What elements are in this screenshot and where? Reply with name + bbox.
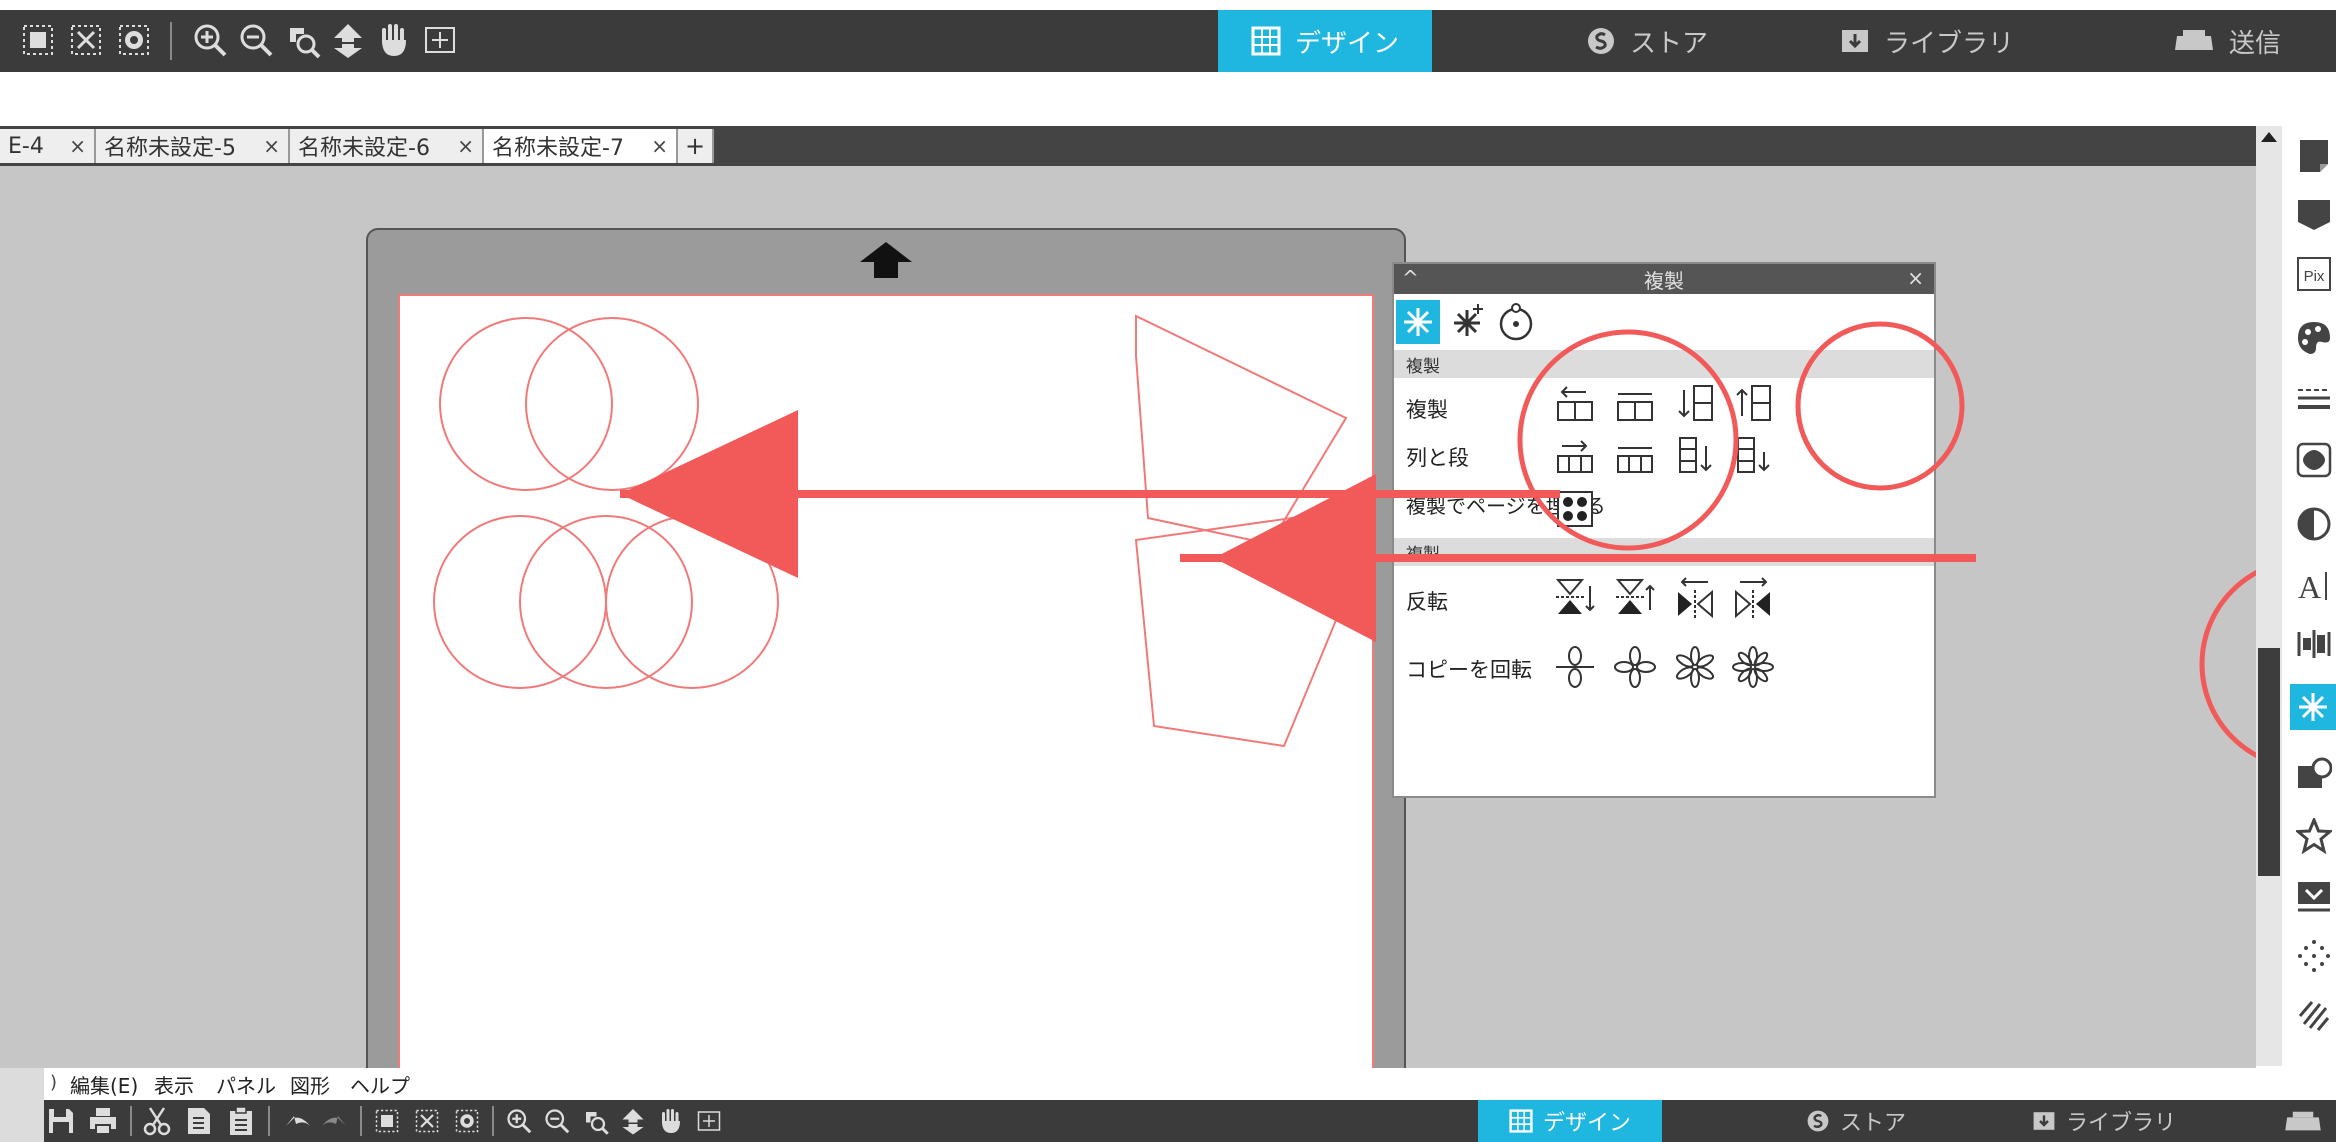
library-icon <box>2033 1112 2055 1130</box>
menu-edit[interactable]: 編集(E) <box>70 1070 138 1099</box>
svg-text:Pix: Pix <box>2304 268 2325 285</box>
offset-icon[interactable] <box>2296 878 2332 914</box>
window-edge <box>0 1068 44 1142</box>
arrow-annotation <box>1180 474 1976 642</box>
redo-icon[interactable] <box>320 1106 350 1136</box>
arrow-annotation <box>620 410 1560 578</box>
print-icon[interactable] <box>88 1106 118 1136</box>
toolbar-separator <box>360 1106 362 1136</box>
zoom-select-icon[interactable] <box>580 1106 610 1136</box>
trace-icon[interactable] <box>2296 506 2332 542</box>
menu-bar: ) 編集(E) 表示 パネル 図形 ヘルプ <box>0 1068 2336 1142</box>
sketch-icon[interactable] <box>2296 938 2332 974</box>
transform-icon[interactable] <box>2296 756 2332 792</box>
grid-icon <box>1509 1109 1533 1133</box>
move-to-top-icon[interactable] <box>618 1106 648 1136</box>
cutter-icon[interactable] <box>2282 1108 2324 1136</box>
bottom-toolbar: デザイン ストア ライブラリ <box>44 1100 2336 1142</box>
line-style-icon[interactable] <box>2296 380 2332 416</box>
duplicate-panel-button[interactable] <box>2290 684 2336 730</box>
nav-tab-library[interactable]: ライブラリ <box>2004 1100 2204 1142</box>
highlight-circle <box>1795 321 1965 491</box>
cut-icon[interactable] <box>142 1106 172 1136</box>
undo-icon[interactable] <box>282 1106 312 1136</box>
send-panel-icon[interactable] <box>2296 196 2332 232</box>
save-icon[interactable] <box>46 1106 76 1136</box>
pan-hand-icon[interactable] <box>656 1106 686 1136</box>
nav-tab-design-label: デザイン <box>1542 1111 1631 1136</box>
toolbar-separator <box>268 1106 270 1136</box>
vertical-scrollbar[interactable] <box>2256 126 2282 1066</box>
store-icon <box>1807 1110 1829 1132</box>
scrollbar-thumb[interactable] <box>2258 648 2280 876</box>
nav-tab-design[interactable]: デザイン <box>1478 1100 1662 1142</box>
menu-partial: ) <box>50 1072 58 1093</box>
toolbar-separator <box>130 1106 132 1136</box>
ungroup-icon[interactable] <box>412 1106 442 1136</box>
knife-tool-icon[interactable] <box>2296 996 2332 1032</box>
menu-help[interactable]: ヘルプ <box>350 1070 410 1099</box>
fit-page-icon[interactable] <box>694 1106 724 1136</box>
page-setup-icon[interactable] <box>2296 138 2332 174</box>
fill-color-icon[interactable] <box>2296 320 2332 356</box>
group-icon[interactable] <box>372 1106 402 1136</box>
toolbar-separator <box>492 1106 494 1136</box>
svg-text:A: A <box>2298 569 2321 602</box>
paste-icon[interactable] <box>226 1106 256 1136</box>
nav-tab-library-label: ライブラリ <box>2065 1111 2176 1136</box>
zoom-out-icon[interactable] <box>542 1106 572 1136</box>
menu-view[interactable]: 表示 <box>154 1070 194 1099</box>
highlight-circle <box>1517 329 1739 551</box>
scroll-up-icon[interactable] <box>2260 130 2278 144</box>
pixscan-icon[interactable]: Pix <box>2296 256 2332 292</box>
zoom-in-icon[interactable] <box>504 1106 534 1136</box>
annotation-overlay <box>620 321 2336 771</box>
image-effects-icon[interactable] <box>2296 442 2332 478</box>
duplicate-icon <box>2299 693 2327 721</box>
menu-panel[interactable]: パネル <box>216 1070 276 1099</box>
copy-icon[interactable] <box>184 1106 214 1136</box>
nav-tab-store[interactable]: ストア <box>1764 1100 1948 1142</box>
compound-icon[interactable] <box>452 1106 482 1136</box>
library-star-icon[interactable] <box>2296 818 2332 854</box>
text-style-icon[interactable]: A <box>2296 566 2332 602</box>
nav-tab-store-label: ストア <box>1839 1111 1906 1136</box>
align-icon[interactable] <box>2296 626 2332 662</box>
menu-shape[interactable]: 図形 <box>290 1070 330 1099</box>
